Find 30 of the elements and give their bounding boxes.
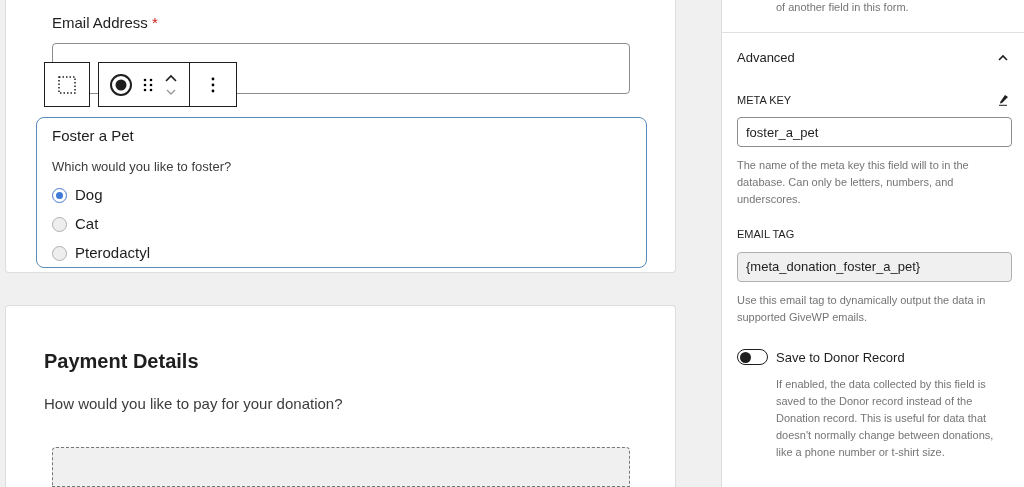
kebab-menu-icon xyxy=(211,76,215,93)
field-label: META KEY xyxy=(737,92,792,108)
email-tag-input-field[interactable]: {meta_donation_foster_a_pet} xyxy=(737,251,1012,282)
section-heading: Payment Details xyxy=(44,348,200,374)
help-text: The name of the meta key this field will to in the database. Can only be letters, numbers, and underscores. xyxy=(737,158,970,207)
radio-button[interactable] xyxy=(52,245,67,261)
drag-handle-icon[interactable] xyxy=(143,76,153,93)
help-text: If enabled, the data collected by this field is saved to the Donor record instead of the Donation record. This is useful for data that doesn't normally change between donations, like a phone number or t-shirt size. xyxy=(776,377,995,460)
required-mark: * xyxy=(151,13,158,33)
advanced-panel-toggle[interactable]: Advanced xyxy=(737,48,1009,68)
radio-field-block[interactable]: Foster a Pet Which would you like to foster? Dog Cat Pterodactyl xyxy=(36,116,647,268)
radio-button[interactable] xyxy=(52,216,67,232)
dotted-square-icon xyxy=(58,75,76,94)
radio-block-icon[interactable] xyxy=(109,72,133,97)
toggle-switch[interactable] xyxy=(737,349,768,366)
field-label: EMAIL TAG xyxy=(737,227,796,242)
section-question: How would you like to pay for your donation? xyxy=(44,393,344,414)
radio-label: Dog xyxy=(75,184,103,205)
radio-label: Pterodactyl xyxy=(75,242,151,263)
toggle-label: Save to Donor Record xyxy=(776,348,905,367)
pencil-icon[interactable] xyxy=(997,93,1009,106)
help-text: Use this email tag to dynamically output the data in supported GiveWP emails. xyxy=(737,292,987,325)
radio-label: Cat xyxy=(75,213,99,234)
help-text: of another field in this form. xyxy=(775,0,910,15)
block-title: Foster a Pet xyxy=(52,125,135,146)
meta-key-input-field[interactable]: foster_a_pet xyxy=(737,117,1012,147)
radio-button[interactable] xyxy=(52,187,67,203)
select-parent-button[interactable] xyxy=(44,62,90,107)
block-question: Which would you like to foster? xyxy=(52,158,233,176)
field-label: Email Address xyxy=(52,13,148,33)
